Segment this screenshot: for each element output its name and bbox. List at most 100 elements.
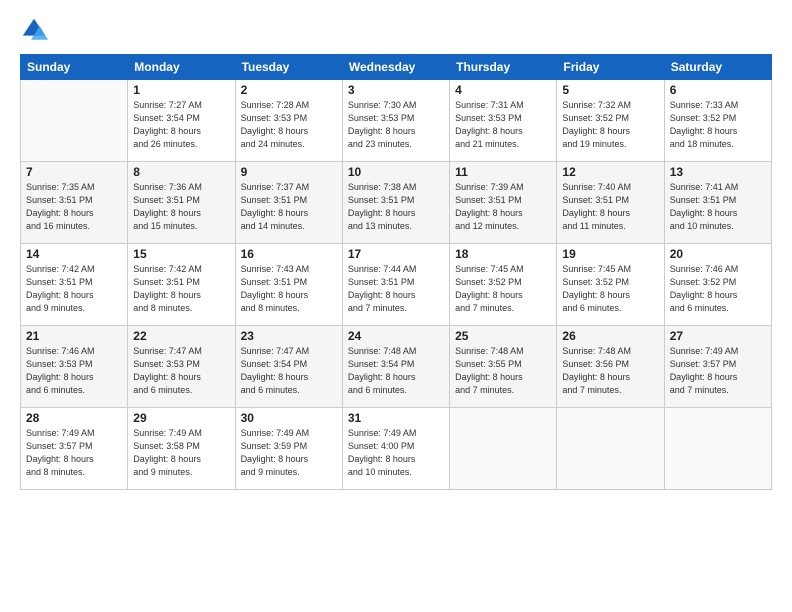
day-number: 4 — [455, 83, 551, 97]
day-number: 6 — [670, 83, 766, 97]
weekday-header-saturday: Saturday — [664, 55, 771, 80]
calendar-cell: 21 Sunrise: 7:46 AM Sunset: 3:53 PM Dayli… — [21, 326, 128, 408]
day-info: Sunrise: 7:35 AM Sunset: 3:51 PM Dayligh… — [26, 181, 122, 233]
calendar-cell: 5Sunrise: 7:32 AM Sunset: 3:52 PM Daylig… — [557, 80, 664, 162]
week-row-2: 7 Sunrise: 7:35 AM Sunset: 3:51 PM Daylig… — [21, 162, 772, 244]
day-info: Sunrise: 7:39 AM Sunset: 3:51 PM Dayligh… — [455, 181, 551, 233]
day-number: 8 — [133, 165, 229, 179]
day-info: Sunrise: 7:32 AM Sunset: 3:52 PM Dayligh… — [562, 99, 658, 151]
calendar-cell: 14 Sunrise: 7:42 AM Sunset: 3:51 PM Dayli… — [21, 244, 128, 326]
day-number: 16 — [241, 247, 337, 261]
day-info: Sunrise: 7:47 AM Sunset: 3:54 PM Dayligh… — [241, 345, 337, 397]
weekday-header-friday: Friday — [557, 55, 664, 80]
day-info: Sunrise: 7:33 AM Sunset: 3:52 PM Dayligh… — [670, 99, 766, 151]
day-info: Sunrise: 7:41 AM Sunset: 3:51 PM Dayligh… — [670, 181, 766, 233]
day-info: Sunrise: 7:28 AM Sunset: 3:53 PM Dayligh… — [241, 99, 337, 151]
day-number: 3 — [348, 83, 444, 97]
day-info: Sunrise: 7:49 AM Sunset: 3:58 PM Dayligh… — [133, 427, 229, 479]
day-info: Sunrise: 7:42 AM Sunset: 3:51 PM Dayligh… — [133, 263, 229, 315]
logo-icon — [20, 16, 48, 44]
calendar-cell: 29 Sunrise: 7:49 AM Sunset: 3:58 PM Dayli… — [128, 408, 235, 490]
day-info: Sunrise: 7:47 AM Sunset: 3:53 PM Dayligh… — [133, 345, 229, 397]
calendar: SundayMondayTuesdayWednesdayThursdayFrid… — [20, 54, 772, 490]
day-number: 31 — [348, 411, 444, 425]
calendar-cell: 16 Sunrise: 7:43 AM Sunset: 3:51 PM Dayli… — [235, 244, 342, 326]
weekday-header-tuesday: Tuesday — [235, 55, 342, 80]
calendar-cell: 17Sunrise: 7:44 AM Sunset: 3:51 PM Dayli… — [342, 244, 449, 326]
calendar-cell: 11 Sunrise: 7:39 AM Sunset: 3:51 PM Dayli… — [450, 162, 557, 244]
day-number: 20 — [670, 247, 766, 261]
week-row-5: 28 Sunrise: 7:49 AM Sunset: 3:57 PM Dayli… — [21, 408, 772, 490]
day-info: Sunrise: 7:27 AM Sunset: 3:54 PM Dayligh… — [133, 99, 229, 151]
week-row-4: 21 Sunrise: 7:46 AM Sunset: 3:53 PM Dayli… — [21, 326, 772, 408]
day-number: 11 — [455, 165, 551, 179]
day-number: 12 — [562, 165, 658, 179]
calendar-cell: 9 Sunrise: 7:37 AM Sunset: 3:51 PM Daylig… — [235, 162, 342, 244]
day-number: 15 — [133, 247, 229, 261]
day-number: 18 — [455, 247, 551, 261]
header — [20, 16, 772, 44]
calendar-cell: 25 Sunrise: 7:48 AM Sunset: 3:55 PM Dayli… — [450, 326, 557, 408]
day-info: Sunrise: 7:49 AM Sunset: 3:57 PM Dayligh… — [26, 427, 122, 479]
day-info: Sunrise: 7:46 AM Sunset: 3:53 PM Dayligh… — [26, 345, 122, 397]
day-info: Sunrise: 7:37 AM Sunset: 3:51 PM Dayligh… — [241, 181, 337, 233]
day-number: 21 — [26, 329, 122, 343]
day-info: Sunrise: 7:48 AM Sunset: 3:54 PM Dayligh… — [348, 345, 444, 397]
day-number: 28 — [26, 411, 122, 425]
calendar-cell: 4 Sunrise: 7:31 AM Sunset: 3:53 PM Daylig… — [450, 80, 557, 162]
page: SundayMondayTuesdayWednesdayThursdayFrid… — [0, 0, 792, 612]
weekday-header-thursday: Thursday — [450, 55, 557, 80]
day-number: 29 — [133, 411, 229, 425]
day-info: Sunrise: 7:45 AM Sunset: 3:52 PM Dayligh… — [455, 263, 551, 315]
calendar-cell: 26 Sunrise: 7:48 AM Sunset: 3:56 PM Dayli… — [557, 326, 664, 408]
calendar-cell: 24Sunrise: 7:48 AM Sunset: 3:54 PM Dayli… — [342, 326, 449, 408]
day-number: 19 — [562, 247, 658, 261]
day-number: 1 — [133, 83, 229, 97]
calendar-cell — [557, 408, 664, 490]
weekday-header-wednesday: Wednesday — [342, 55, 449, 80]
calendar-cell: 31 Sunrise: 7:49 AM Sunset: 4:00 PM Dayli… — [342, 408, 449, 490]
calendar-cell — [450, 408, 557, 490]
calendar-cell — [664, 408, 771, 490]
calendar-cell: 22Sunrise: 7:47 AM Sunset: 3:53 PM Dayli… — [128, 326, 235, 408]
day-number: 2 — [241, 83, 337, 97]
week-row-3: 14 Sunrise: 7:42 AM Sunset: 3:51 PM Dayli… — [21, 244, 772, 326]
day-number: 14 — [26, 247, 122, 261]
calendar-cell: 3Sunrise: 7:30 AM Sunset: 3:53 PM Daylig… — [342, 80, 449, 162]
day-number: 17 — [348, 247, 444, 261]
calendar-cell: 23 Sunrise: 7:47 AM Sunset: 3:54 PM Dayli… — [235, 326, 342, 408]
day-number: 7 — [26, 165, 122, 179]
calendar-cell: 30Sunrise: 7:49 AM Sunset: 3:59 PM Dayli… — [235, 408, 342, 490]
day-number: 23 — [241, 329, 337, 343]
calendar-cell: 1 Sunrise: 7:27 AM Sunset: 3:54 PM Daylig… — [128, 80, 235, 162]
weekday-header-monday: Monday — [128, 55, 235, 80]
day-number: 30 — [241, 411, 337, 425]
day-info: Sunrise: 7:43 AM Sunset: 3:51 PM Dayligh… — [241, 263, 337, 315]
calendar-cell: 12 Sunrise: 7:40 AM Sunset: 3:51 PM Dayli… — [557, 162, 664, 244]
day-info: Sunrise: 7:40 AM Sunset: 3:51 PM Dayligh… — [562, 181, 658, 233]
day-number: 9 — [241, 165, 337, 179]
calendar-cell: 13 Sunrise: 7:41 AM Sunset: 3:51 PM Dayli… — [664, 162, 771, 244]
calendar-cell: 15 Sunrise: 7:42 AM Sunset: 3:51 PM Dayli… — [128, 244, 235, 326]
day-info: Sunrise: 7:36 AM Sunset: 3:51 PM Dayligh… — [133, 181, 229, 233]
day-info: Sunrise: 7:42 AM Sunset: 3:51 PM Dayligh… — [26, 263, 122, 315]
day-info: Sunrise: 7:45 AM Sunset: 3:52 PM Dayligh… — [562, 263, 658, 315]
day-number: 27 — [670, 329, 766, 343]
day-number: 26 — [562, 329, 658, 343]
day-info: Sunrise: 7:49 AM Sunset: 4:00 PM Dayligh… — [348, 427, 444, 479]
logo — [20, 16, 52, 44]
calendar-cell: 18 Sunrise: 7:45 AM Sunset: 3:52 PM Dayli… — [450, 244, 557, 326]
calendar-cell: 10Sunrise: 7:38 AM Sunset: 3:51 PM Dayli… — [342, 162, 449, 244]
weekday-header-sunday: Sunday — [21, 55, 128, 80]
day-number: 13 — [670, 165, 766, 179]
day-info: Sunrise: 7:48 AM Sunset: 3:56 PM Dayligh… — [562, 345, 658, 397]
day-info: Sunrise: 7:38 AM Sunset: 3:51 PM Dayligh… — [348, 181, 444, 233]
calendar-cell: 19 Sunrise: 7:45 AM Sunset: 3:52 PM Dayli… — [557, 244, 664, 326]
calendar-cell: 20Sunrise: 7:46 AM Sunset: 3:52 PM Dayli… — [664, 244, 771, 326]
calendar-cell: 8 Sunrise: 7:36 AM Sunset: 3:51 PM Daylig… — [128, 162, 235, 244]
day-info: Sunrise: 7:31 AM Sunset: 3:53 PM Dayligh… — [455, 99, 551, 151]
calendar-cell: 28 Sunrise: 7:49 AM Sunset: 3:57 PM Dayli… — [21, 408, 128, 490]
day-number: 25 — [455, 329, 551, 343]
calendar-cell: 27Sunrise: 7:49 AM Sunset: 3:57 PM Dayli… — [664, 326, 771, 408]
day-info: Sunrise: 7:48 AM Sunset: 3:55 PM Dayligh… — [455, 345, 551, 397]
